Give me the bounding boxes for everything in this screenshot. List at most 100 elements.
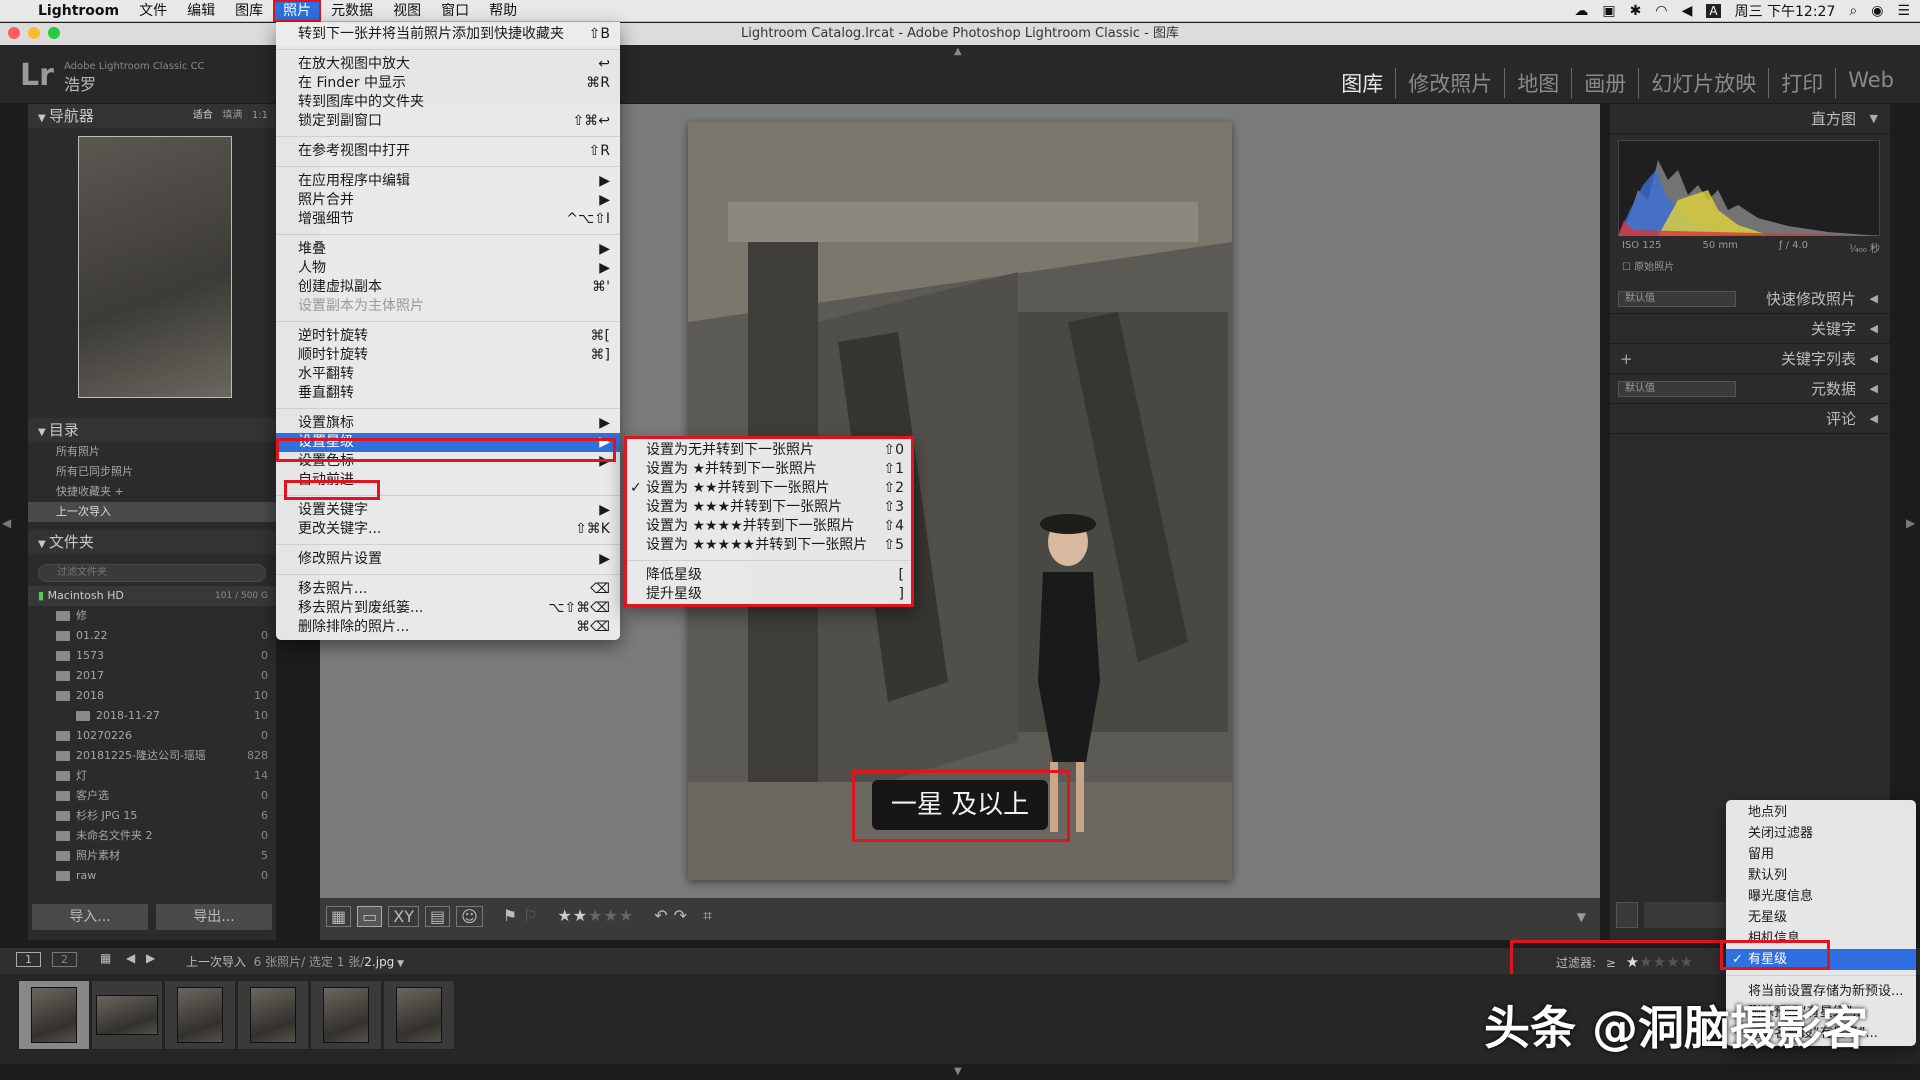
rating-star-icon[interactable]: ★ bbox=[588, 906, 603, 925]
rating-star-icon[interactable]: ★ bbox=[1639, 953, 1652, 971]
rating-star-icon[interactable]: ★ bbox=[1666, 953, 1679, 971]
module-develop[interactable]: 修改照片 bbox=[1395, 68, 1504, 98]
close-window-button[interactable] bbox=[8, 27, 20, 39]
module-print[interactable]: 打印 bbox=[1768, 68, 1835, 98]
photo-menu-item[interactable]: 堆叠 ▶ bbox=[276, 240, 620, 259]
filmstrip-thumbnail[interactable] bbox=[91, 980, 163, 1050]
flag-pick-icon[interactable]: ⚑ bbox=[503, 906, 517, 927]
filter-preset-item[interactable]: 无星级 bbox=[1726, 907, 1916, 928]
photo-menu-item[interactable]: 设置关键字 ▶ bbox=[276, 501, 620, 520]
filmstrip-thumbnail[interactable] bbox=[310, 980, 382, 1050]
metadata-header[interactable]: 默认值 元数据 ◀ bbox=[1610, 374, 1890, 404]
module-book[interactable]: 画册 bbox=[1571, 68, 1638, 98]
input-method-icon[interactable]: A bbox=[1706, 3, 1721, 18]
menu-metadata[interactable]: 元数据 bbox=[321, 0, 383, 22]
module-map[interactable]: 地图 bbox=[1504, 68, 1571, 98]
photo-menu-item[interactable]: 移去照片到废纸篓... ⌥⇧⌘⌫ bbox=[276, 599, 620, 618]
quick-develop-preset[interactable]: 默认值 bbox=[1618, 291, 1736, 307]
zoom-window-button[interactable] bbox=[48, 27, 60, 39]
grid-view-icon[interactable]: ▦ bbox=[326, 906, 352, 927]
page-1-button[interactable]: 1 bbox=[16, 952, 41, 967]
sync-toggle[interactable] bbox=[1616, 902, 1638, 928]
zoom-1to1[interactable]: 1:1 bbox=[252, 110, 268, 121]
rating-star-icon[interactable]: ★ bbox=[573, 906, 588, 925]
page-2-button[interactable]: 2 bbox=[52, 952, 77, 967]
notification-icon[interactable]: ☰ bbox=[1897, 3, 1910, 19]
zoom-fill[interactable]: 填满 bbox=[222, 110, 242, 121]
volume-icon[interactable]: ◀ bbox=[1682, 3, 1693, 19]
folder-item[interactable]: 2018-11-27 10 bbox=[28, 706, 276, 726]
folder-item[interactable]: 20181225-隆达公司-瑶瑶 828 bbox=[28, 746, 276, 766]
folder-item[interactable]: 01.22 0 bbox=[28, 626, 276, 646]
folder-item[interactable]: raw 0 bbox=[28, 866, 276, 886]
filmstrip-thumbnail[interactable] bbox=[383, 980, 455, 1050]
photo-menu-item[interactable]: 人物 ▶ bbox=[276, 259, 620, 278]
cloud-icon[interactable]: ☁ bbox=[1574, 3, 1588, 19]
filmstrip-thumbnail[interactable] bbox=[164, 980, 236, 1050]
clock[interactable]: 周三 下午12:27 bbox=[1735, 1, 1836, 21]
menu-view[interactable]: 视图 bbox=[383, 0, 431, 22]
top-edge-arrow[interactable]: ▲ bbox=[954, 46, 962, 57]
rating-star-icon[interactable]: ★ bbox=[1680, 953, 1693, 971]
zoom-fit[interactable]: 适合 bbox=[193, 110, 213, 121]
checkbox-icon[interactable]: ☐ bbox=[1622, 262, 1634, 273]
plus-icon[interactable]: + bbox=[1620, 344, 1633, 374]
photo-menu-item[interactable]: 创建虚拟副本 ⌘' bbox=[276, 278, 620, 297]
photo-menu-item[interactable]: 照片合并 ▶ bbox=[276, 191, 620, 210]
photo-menu-item[interactable]: 在应用程序中编辑 ▶ bbox=[276, 172, 620, 191]
menu-edit[interactable]: 编辑 bbox=[177, 0, 225, 22]
photo-menu-item[interactable]: 删除排除的照片... ⌘⌫ bbox=[276, 618, 620, 637]
left-panel-toggle[interactable]: ◀ bbox=[2, 516, 11, 530]
catalog-item-synced[interactable]: 所有已同步照片 bbox=[28, 462, 276, 482]
folder-item[interactable]: 杉杉 JPG 15 6 bbox=[28, 806, 276, 826]
import-button[interactable]: 导入... bbox=[32, 904, 148, 930]
menu-window[interactable]: 窗口 bbox=[431, 0, 479, 22]
quick-develop-header[interactable]: 默认值 快速修改照片 ◀ bbox=[1610, 284, 1890, 314]
right-panel-toggle[interactable]: ▶ bbox=[1906, 516, 1915, 530]
toolbar-rating[interactable]: ★★★★★ bbox=[557, 906, 634, 927]
folder-item[interactable]: 照片素材 5 bbox=[28, 846, 276, 866]
filter-preset-item[interactable]: 关闭过滤器 bbox=[1726, 823, 1916, 844]
export-button[interactable]: 导出... bbox=[156, 904, 272, 930]
photo-menu-item[interactable]: 在 Finder 中显示 ⌘R bbox=[276, 74, 620, 93]
flag-reject-icon[interactable]: ⚐ bbox=[523, 906, 537, 927]
rating-star-icon[interactable]: ★ bbox=[1626, 953, 1639, 971]
keyword-list-header[interactable]: + 关键字列表 ◀ bbox=[1610, 344, 1890, 374]
photo-menu-item[interactable]: 顺时针旋转 ⌘] bbox=[276, 346, 620, 365]
crop-overlay-icon[interactable]: ⌗ bbox=[703, 906, 712, 927]
display-icon[interactable]: ▣ bbox=[1602, 3, 1615, 19]
folder-item[interactable]: 客户选 0 bbox=[28, 786, 276, 806]
loupe-view-icon[interactable]: ▭ bbox=[357, 906, 383, 927]
rating-star-icon[interactable]: ★ bbox=[604, 906, 619, 925]
apple-icon[interactable] bbox=[0, 0, 28, 22]
photo-menu-item[interactable]: 在参考视图中打开 ⇧R bbox=[276, 142, 620, 161]
photo-menu-item[interactable]: 在放大视图中放大 ↩ bbox=[276, 55, 620, 74]
folder-item[interactable]: 2018 10 bbox=[28, 686, 276, 706]
menu-file[interactable]: 文件 bbox=[129, 0, 177, 22]
navigator-preview[interactable] bbox=[28, 128, 276, 418]
filter-preset-item[interactable]: 曝光度信息 bbox=[1726, 886, 1916, 907]
photo-menu-item[interactable]: 增强细节 ^⌥⇧I bbox=[276, 210, 620, 229]
navigator-thumbnail[interactable] bbox=[78, 136, 232, 398]
search-icon[interactable]: ⌕ bbox=[1849, 3, 1857, 19]
survey-view-icon[interactable]: ▤ bbox=[424, 906, 451, 927]
rotate-left-icon[interactable]: ↶ bbox=[654, 906, 667, 927]
people-view-icon[interactable]: ☺ bbox=[456, 906, 483, 927]
grid-icon[interactable]: ▦ bbox=[100, 951, 111, 965]
filter-operator[interactable]: ≥ bbox=[1606, 956, 1616, 970]
photo-menu-item[interactable]: 设置旗标 ▶ bbox=[276, 414, 620, 433]
folder-item[interactable]: 2017 0 bbox=[28, 666, 276, 686]
rotate-right-icon[interactable]: ↷ bbox=[674, 906, 687, 927]
photo-menu-item[interactable]: 移去照片... ⌫ bbox=[276, 580, 620, 599]
photo-menu-item[interactable]: 修改照片设置 ▶ bbox=[276, 550, 620, 569]
folder-item[interactable]: 灯 14 bbox=[28, 766, 276, 786]
filter-rating-stars[interactable]: ★★★★★ bbox=[1626, 953, 1693, 971]
siri-icon[interactable]: ◉ bbox=[1871, 3, 1883, 19]
filmstrip-thumbnail[interactable] bbox=[18, 980, 90, 1050]
toolbar-menu-icon[interactable]: ▼ bbox=[1577, 910, 1586, 924]
keywording-header[interactable]: 关键字 ◀ bbox=[1610, 314, 1890, 344]
folder-search-input[interactable] bbox=[38, 563, 266, 582]
module-web[interactable]: Web bbox=[1835, 68, 1906, 98]
folder-item[interactable]: 未命名文件夹 2 0 bbox=[28, 826, 276, 846]
photo-menu-item[interactable]: 垂直翻转 bbox=[276, 384, 620, 403]
